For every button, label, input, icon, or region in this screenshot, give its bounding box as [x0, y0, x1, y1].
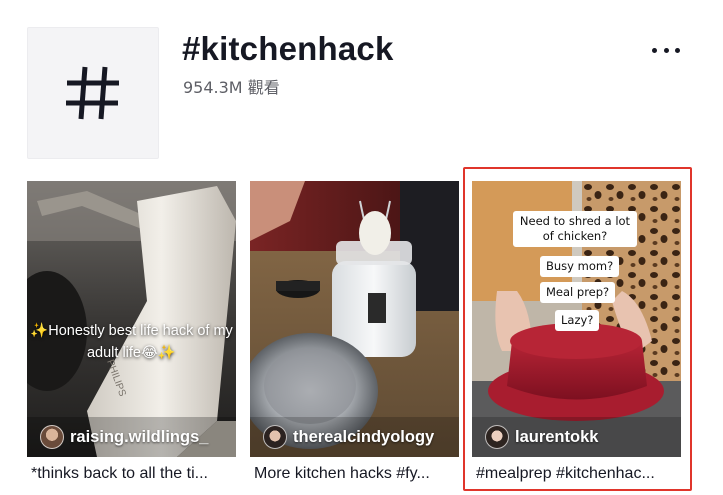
- video-author[interactable]: raising.wildlings_: [40, 425, 208, 449]
- video-author[interactable]: therealcindyology: [263, 425, 434, 449]
- avatar: [485, 425, 509, 449]
- video-overlay-text: ✨Honestly best life hack of my adult lif…: [30, 323, 233, 361]
- video-thumbnail[interactable]: therealcindyology: [250, 181, 459, 457]
- page-title: #kitchenhack: [182, 30, 394, 67]
- author-name: raising.wildlings_: [70, 427, 209, 446]
- hashtag-avatar: [27, 27, 159, 159]
- author-name: laurentokk: [515, 427, 599, 446]
- avatar: [40, 425, 64, 449]
- video-thumbnail[interactable]: PHILIPS ✨Honestly best life hack of my a…: [27, 181, 236, 457]
- caption-bubble: Need to shred a lot of chicken?: [513, 211, 637, 247]
- video-card-3[interactable]: Need to shred a lot of chicken? Busy mom…: [472, 181, 681, 482]
- video-card-2[interactable]: therealcindyology More kitchen hacks #fy…: [250, 181, 459, 482]
- author-name: therealcindyology: [293, 427, 435, 446]
- more-options-button[interactable]: [652, 40, 680, 60]
- video-caption[interactable]: #mealprep #kitchenhac...: [476, 465, 681, 483]
- video-caption[interactable]: *thinks back to all the ti...: [31, 465, 236, 483]
- hashtag-icon: [66, 66, 119, 120]
- video-caption[interactable]: More kitchen hacks #fy...: [254, 465, 459, 483]
- caption-bubble: Lazy?: [555, 310, 600, 331]
- video-thumbnail[interactable]: Need to shred a lot of chicken? Busy mom…: [472, 181, 681, 457]
- view-count: 954.3M 觀看: [183, 78, 280, 97]
- video-card-1[interactable]: PHILIPS ✨Honestly best life hack of my a…: [27, 181, 236, 482]
- video-author[interactable]: laurentokk: [485, 425, 598, 449]
- more-horizontal-icon: [652, 47, 657, 53]
- avatar: [263, 425, 287, 449]
- caption-bubble: Meal prep?: [540, 282, 616, 303]
- caption-bubble: Busy mom?: [540, 256, 620, 277]
